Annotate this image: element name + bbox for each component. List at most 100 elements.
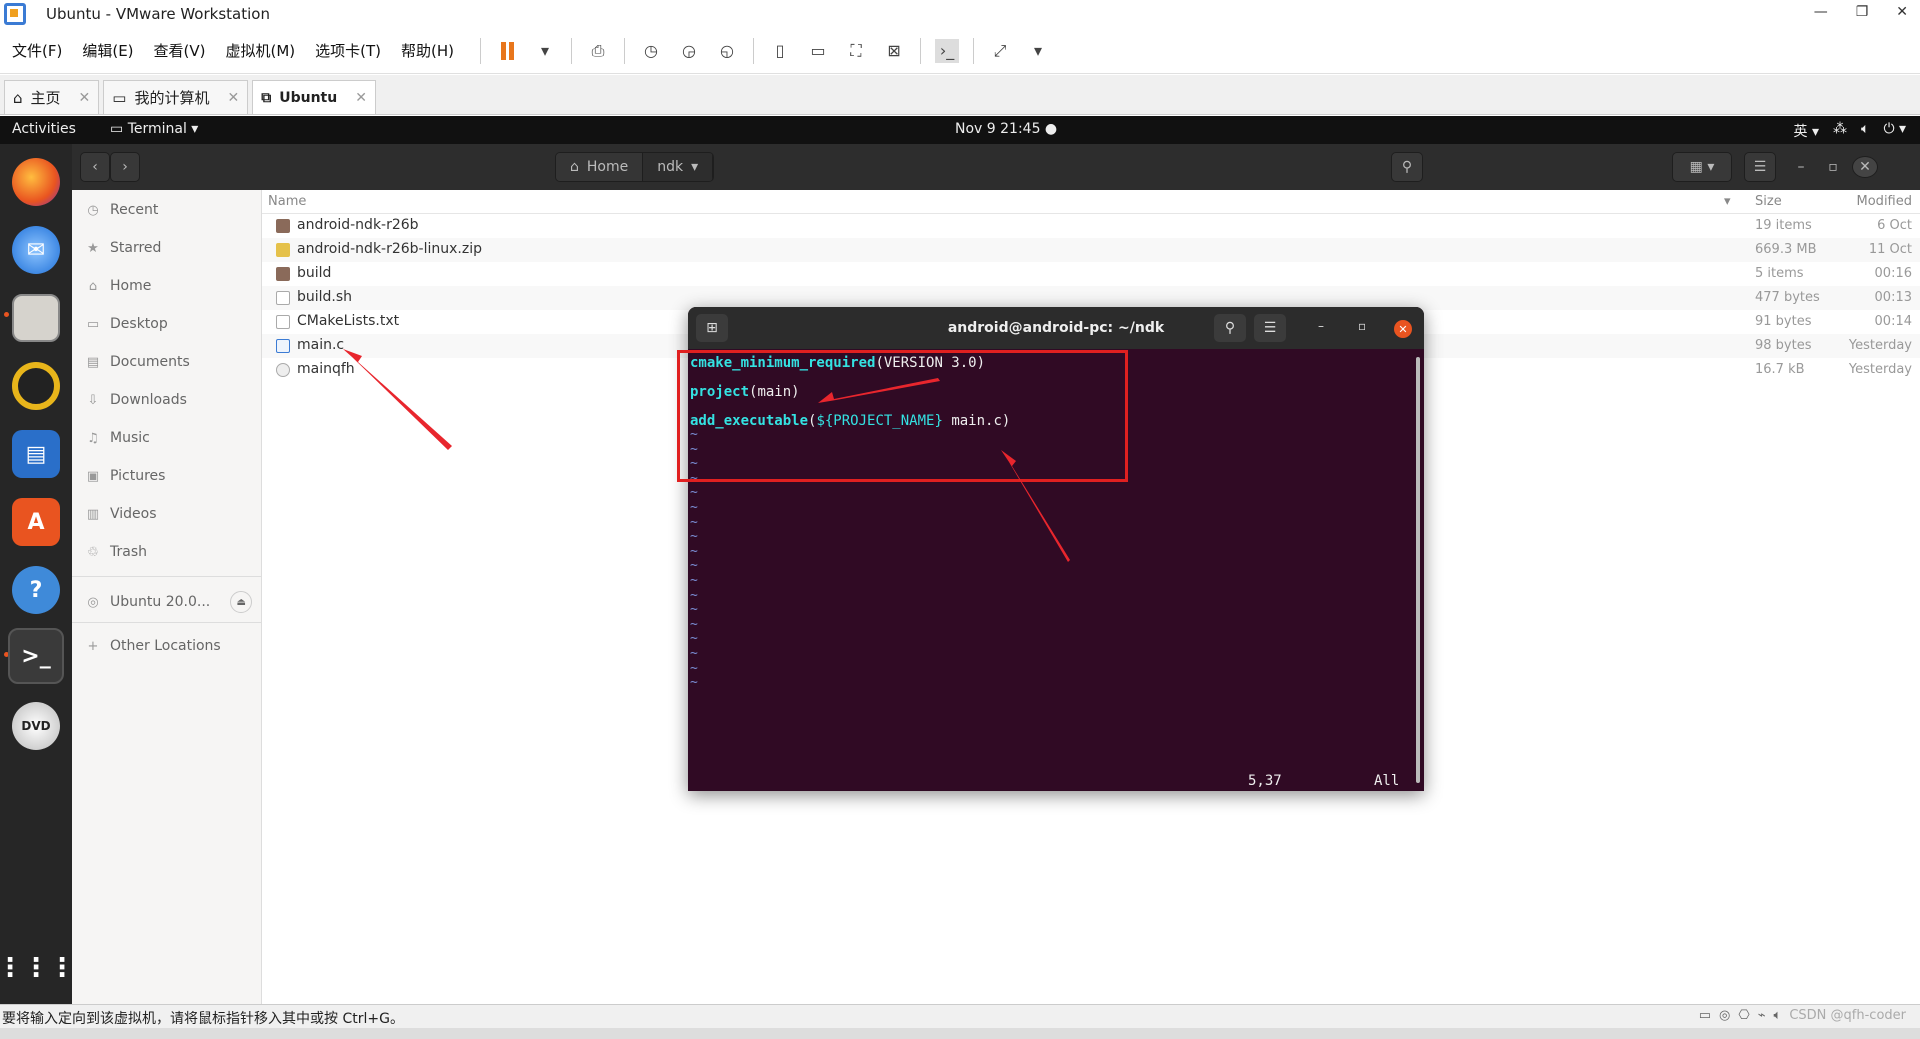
sidebar-item-recent[interactable]: ◷ Recent: [86, 202, 158, 218]
sidebar-item-label: Starred: [110, 240, 162, 256]
restore-icon[interactable]: ❐: [1856, 4, 1869, 20]
menu: 文件(F) 编辑(E) 查看(V) 虚拟机(M) 选项卡(T) 帮助(H): [12, 40, 454, 61]
vmware-menubar: 文件(F) 编辑(E) 查看(V) 虚拟机(M) 选项卡(T) 帮助(H) ▾ …: [0, 28, 1920, 74]
sidebar-item-other-locations[interactable]: + Other Locations: [86, 638, 221, 654]
music-icon: ♫: [87, 430, 99, 446]
rhythmbox-icon[interactable]: [12, 362, 60, 410]
binary-icon: [276, 363, 290, 377]
column-modified[interactable]: Modified: [1857, 194, 1912, 209]
menu-vm[interactable]: 虚拟机(M): [226, 40, 296, 61]
menu-button[interactable]: ☰: [1254, 314, 1286, 342]
activities-button[interactable]: Activities: [12, 121, 76, 137]
minimize-icon[interactable]: —: [1814, 4, 1828, 20]
cd-icon[interactable]: ◎: [1719, 1008, 1730, 1023]
sidebar-item-documents[interactable]: ▤ Documents: [86, 354, 190, 370]
table-row[interactable]: build 5 items 00:16: [262, 262, 1920, 286]
toolbar-divider: [480, 37, 482, 64]
tab-close-icon[interactable]: ✕: [227, 90, 239, 106]
view-toggle-button[interactable]: ▦ ▾: [1672, 152, 1732, 182]
tab-my-computer[interactable]: ▭ 我的计算机 ✕: [103, 80, 249, 114]
sidebar-toggle-icon[interactable]: ▯: [768, 39, 792, 63]
back-button[interactable]: ‹: [80, 152, 110, 182]
revert-snapshot-icon[interactable]: ◶: [677, 39, 701, 63]
menu-file[interactable]: 文件(F): [12, 40, 62, 61]
sidebar-item-label: Recent: [110, 202, 159, 218]
pause-button[interactable]: [495, 39, 519, 63]
path-home[interactable]: ⌂ Home: [556, 153, 644, 181]
sidebar-item-home[interactable]: ⌂ Home: [86, 278, 151, 294]
show-apps-icon[interactable]: ⋮⋮⋮: [0, 944, 75, 992]
tab-close-icon[interactable]: ✕: [355, 90, 367, 106]
table-row[interactable]: android-ndk-r26b 19 items 6 Oct: [262, 214, 1920, 238]
system-tray[interactable]: 英 ▾ ⁂ 🔈︎ ⏻ ▾: [1794, 121, 1906, 141]
search-button[interactable]: ⚲: [1391, 152, 1423, 182]
dvd-icon[interactable]: DVD: [12, 702, 60, 750]
files-icon[interactable]: [12, 294, 60, 342]
scrollbar[interactable]: [1416, 357, 1420, 783]
sound-icon[interactable]: 🔈︎: [1774, 1008, 1782, 1023]
minimize-button[interactable]: –: [1788, 152, 1814, 182]
menu-help[interactable]: 帮助(H): [401, 40, 454, 61]
usb-icon[interactable]: ⌁: [1758, 1008, 1766, 1023]
stretch-icon[interactable]: ⤢: [988, 39, 1012, 63]
snapshot-manager-icon[interactable]: ◵: [715, 39, 739, 63]
sidebar-item-downloads[interactable]: ⇩ Downloads: [86, 392, 187, 408]
sidebar-item-music[interactable]: ♫ Music: [86, 430, 150, 446]
input-method[interactable]: 英 ▾: [1794, 121, 1819, 141]
hdd-icon[interactable]: ▭: [1699, 1008, 1711, 1023]
fullscreen-icon[interactable]: ⛶: [844, 39, 868, 63]
clock[interactable]: Nov 9 21:45 ●: [955, 121, 1057, 137]
file-name: CMakeLists.txt: [297, 313, 400, 329]
power-icon: ⏻ ▾: [1883, 121, 1906, 137]
thumbnail-icon[interactable]: ▭: [806, 39, 830, 63]
sidebar-item-label: Documents: [110, 354, 190, 370]
menu-view[interactable]: 查看(V): [154, 40, 206, 61]
sort-chevron-icon[interactable]: ▾: [1724, 194, 1731, 209]
sidebar-item-starred[interactable]: ★ Starred: [86, 240, 161, 256]
firefox-icon[interactable]: [12, 158, 60, 206]
menu-edit[interactable]: 编辑(E): [82, 40, 133, 61]
writer-icon[interactable]: ▤: [12, 430, 60, 478]
close-icon[interactable]: ✕: [1394, 320, 1412, 338]
path-ndk[interactable]: ndk ▾: [643, 153, 714, 181]
maximize-button[interactable]: ▫: [1820, 152, 1846, 182]
tab-close-icon[interactable]: ✕: [79, 90, 91, 106]
gnome-top-bar: Activities ▭ Terminal ▾ Nov 9 21:45 ● 英 …: [0, 116, 1920, 144]
menu-tabs[interactable]: 选项卡(T): [315, 40, 381, 61]
tab-ubuntu[interactable]: ⧉ Ubuntu ✕: [252, 80, 376, 114]
thunderbird-icon[interactable]: ✉: [12, 226, 60, 274]
sidebar-item-videos[interactable]: ▥ Videos: [86, 506, 157, 522]
network-icon[interactable]: ⎔: [1738, 1008, 1749, 1023]
menu-button[interactable]: ☰: [1744, 152, 1776, 182]
sidebar-item-ubuntu-disc[interactable]: ◎ Ubuntu 20.0... ⏏: [86, 591, 253, 613]
toolbar-divider: [753, 37, 755, 64]
terminal-icon[interactable]: >_: [8, 628, 64, 684]
app-menu[interactable]: ▭ Terminal ▾: [110, 121, 198, 137]
eject-icon[interactable]: ⏏: [230, 591, 253, 613]
file-name: android-ndk-r26b: [297, 217, 419, 233]
terminal-headerbar: ⊞ android@android-pc: ~/ndk ⚲ ☰ – ▫ ✕: [688, 307, 1424, 349]
sidebar-item-pictures[interactable]: ▣ Pictures: [86, 468, 166, 484]
column-size[interactable]: Size: [1755, 194, 1782, 209]
tab-home[interactable]: ⌂ 主页 ✕: [4, 80, 100, 114]
forward-button[interactable]: ›: [110, 152, 140, 182]
snapshot-icon[interactable]: ◷: [639, 39, 663, 63]
power-dropdown-icon[interactable]: ▾: [533, 39, 557, 63]
close-icon[interactable]: ✕: [1896, 4, 1908, 20]
search-button[interactable]: ⚲: [1214, 314, 1246, 342]
vmware-tabs: ⌂ 主页 ✕ ▭ 我的计算机 ✕ ⧉ Ubuntu ✕: [0, 75, 1920, 115]
console-view-icon[interactable]: ›_: [935, 38, 960, 63]
close-button[interactable]: ✕: [1852, 156, 1878, 178]
help-icon[interactable]: ?: [12, 566, 60, 614]
sidebar-item-trash[interactable]: ♲ Trash: [86, 544, 147, 560]
minimize-icon[interactable]: –: [1318, 319, 1324, 333]
software-icon[interactable]: A: [12, 498, 60, 546]
column-name[interactable]: Name: [268, 194, 306, 209]
send-ctrl-alt-del-icon[interactable]: ⎙: [586, 39, 610, 63]
stretch-dropdown-icon[interactable]: ▾: [1026, 39, 1050, 63]
sidebar-item-desktop[interactable]: ▭ Desktop: [86, 316, 168, 332]
table-row[interactable]: android-ndk-r26b-linux.zip 669.3 MB 11 O…: [262, 238, 1920, 262]
column-header: Name ▾ Size Modified: [262, 190, 1920, 214]
maximize-icon[interactable]: ▫: [1358, 319, 1366, 333]
unity-icon[interactable]: ⊠: [882, 39, 906, 63]
